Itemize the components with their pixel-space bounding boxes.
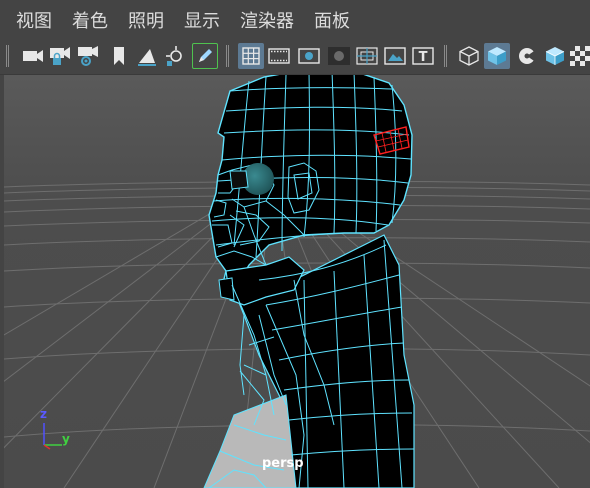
smooth-shade-icon [488, 47, 506, 65]
pan-zoom-button[interactable] [162, 43, 188, 69]
film-gate-icon [268, 48, 290, 64]
image-plane-icon [138, 49, 156, 66]
grease-pencil-icon [199, 49, 212, 62]
select-camera-button[interactable] [20, 43, 46, 69]
field-chart-button[interactable] [354, 43, 380, 69]
3d-viewport[interactable]: z y [4, 75, 590, 488]
menu-show[interactable]: 显示 [184, 7, 220, 33]
toolbar-separator [444, 45, 448, 67]
menu-view[interactable]: 视图 [16, 7, 52, 33]
resolution-gate-icon [298, 48, 320, 64]
image-plane-button[interactable] [134, 43, 160, 69]
default-material-icon [519, 48, 537, 64]
safe-action-icon [384, 47, 406, 65]
xray-button[interactable] [570, 43, 590, 69]
bookmark-icon [114, 47, 124, 65]
gate-mask-icon [328, 47, 350, 65]
safe-title-button[interactable]: T [410, 43, 436, 69]
menu-renderer[interactable]: 渲染器 [240, 7, 294, 33]
camera-icon [23, 50, 43, 62]
wireframe-icon [459, 46, 479, 66]
film-gate-button[interactable] [266, 43, 292, 69]
resolution-gate-button[interactable] [296, 43, 322, 69]
camera-lock-icon [50, 47, 70, 65]
camera-attributes-icon [78, 46, 98, 66]
head-mesh[interactable] [203, 75, 415, 488]
grease-pencil-button[interactable] [192, 43, 218, 69]
bookmark-button[interactable] [106, 43, 132, 69]
textured-icon [545, 47, 565, 65]
gate-mask-button[interactable] [326, 43, 352, 69]
camera-name-label: persp [262, 456, 304, 471]
safe-action-button[interactable] [382, 43, 408, 69]
default-material-button[interactable] [514, 43, 540, 69]
field-chart-icon [356, 47, 378, 65]
menu-lighting[interactable]: 照明 [128, 7, 164, 33]
smooth-shade-button[interactable] [484, 43, 510, 69]
pan-zoom-icon [166, 46, 182, 66]
panel-toolbar: T [0, 40, 590, 75]
textured-button[interactable] [542, 43, 568, 69]
viewport-canvas[interactable] [4, 75, 590, 488]
toolbar-separator [6, 45, 10, 67]
lock-camera-button[interactable] [48, 43, 74, 69]
grid-toggle-button[interactable] [238, 43, 264, 69]
grid-icon [242, 47, 260, 65]
safe-title-icon: T [412, 47, 434, 65]
camera-attributes-button[interactable] [76, 43, 102, 69]
svg-text:T: T [419, 50, 428, 65]
xray-icon [570, 46, 590, 66]
axis-label-z: z [40, 407, 47, 421]
menu-shading[interactable]: 着色 [72, 7, 108, 33]
menu-bar: 视图 着色 照明 显示 渲染器 面板 [0, 0, 590, 40]
axis-gizmo: z y [34, 405, 84, 459]
menu-panels[interactable]: 面板 [314, 7, 350, 33]
axis-label-y: y [62, 432, 70, 446]
wireframe-button[interactable] [456, 43, 482, 69]
toolbar-separator [226, 45, 230, 67]
